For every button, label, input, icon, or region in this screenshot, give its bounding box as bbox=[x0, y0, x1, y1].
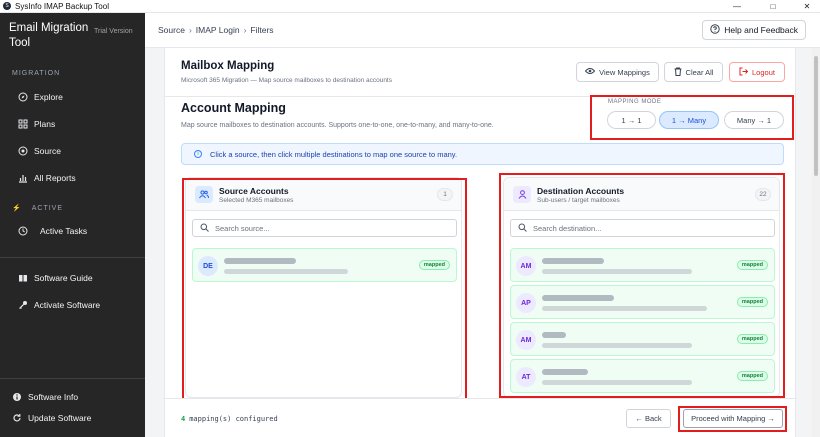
info-text: Click a source, then click multiple dest… bbox=[210, 149, 458, 159]
sidebar-item-all-reports[interactable]: All Reports bbox=[18, 173, 76, 183]
mapping-count: 4 mapping(s) configured bbox=[181, 415, 278, 423]
question-icon bbox=[710, 24, 720, 36]
logout-label: Logout bbox=[752, 67, 775, 77]
minimize-button[interactable]: — bbox=[724, 0, 750, 13]
logout-icon bbox=[739, 67, 749, 78]
book-icon bbox=[18, 273, 28, 283]
sidebar-item-label: Source bbox=[34, 146, 61, 156]
target-icon bbox=[18, 146, 28, 156]
sidebar-item-label: Plans bbox=[34, 119, 56, 129]
sidebar-item-source[interactable]: Source bbox=[18, 146, 61, 156]
clock-icon bbox=[18, 226, 28, 236]
info-icon: i bbox=[194, 150, 202, 158]
sidebar-item-software-info[interactable]: Software Info bbox=[12, 392, 78, 402]
sidebar-item-label: Active Tasks bbox=[40, 226, 88, 236]
breadcrumb-filters[interactable]: Filters bbox=[250, 25, 273, 35]
view-mappings-button[interactable]: View Mappings bbox=[576, 62, 659, 82]
info-icon bbox=[12, 392, 22, 402]
refresh-icon bbox=[12, 413, 22, 423]
breadcrumb-separator: › bbox=[188, 25, 192, 35]
close-button[interactable]: ✕ bbox=[794, 0, 820, 13]
eye-icon bbox=[584, 67, 596, 77]
breadcrumb-imap-login[interactable]: IMAP Login bbox=[196, 25, 240, 35]
scrollbar-thumb[interactable] bbox=[814, 56, 818, 176]
mapping-count-text: mapping(s) configured bbox=[189, 415, 278, 423]
help-feedback-label: Help and Feedback bbox=[724, 25, 798, 35]
sidebar-item-activate-software[interactable]: Activate Software bbox=[18, 300, 100, 310]
app-brand: Email Migration Tool bbox=[9, 22, 89, 49]
highlight-box-mapping-mode bbox=[590, 95, 794, 140]
highlight-box-destination bbox=[499, 173, 785, 398]
account-mapping-subtitle: Map source mailboxes to destination acco… bbox=[181, 122, 494, 129]
sidebar-item-label: Software Info bbox=[28, 392, 79, 402]
sidebar-item-label: All Reports bbox=[34, 173, 76, 183]
breadcrumb: Source › IMAP Login › Filters bbox=[158, 25, 274, 35]
trash-icon bbox=[674, 67, 682, 78]
page-title: Mailbox Mapping bbox=[181, 60, 275, 72]
sidebar-item-update-software[interactable]: Update Software bbox=[12, 413, 91, 423]
sidebar-item-plans[interactable]: Plans bbox=[18, 119, 55, 129]
sidebar-item-software-guide[interactable]: Software Guide bbox=[18, 273, 93, 283]
compass-icon bbox=[18, 92, 28, 102]
sidebar-item-active-tasks[interactable]: Active Tasks bbox=[18, 226, 87, 236]
key-icon bbox=[18, 300, 28, 310]
maximize-button[interactable]: □ bbox=[760, 0, 786, 13]
section-migration: MIGRATION bbox=[12, 70, 61, 77]
highlight-box-source bbox=[182, 178, 467, 400]
sidebar-divider bbox=[0, 257, 145, 258]
back-button[interactable]: ← Back bbox=[626, 409, 671, 428]
window-titlebar: S SysInfo IMAP Backup Tool — □ ✕ bbox=[0, 0, 820, 13]
info-banner: i Click a source, then click multiple de… bbox=[181, 143, 784, 165]
window-title: SysInfo IMAP Backup Tool bbox=[15, 1, 109, 11]
sidebar-item-explore[interactable]: Explore bbox=[18, 92, 63, 102]
topbar: Source › IMAP Login › Filters Help and F… bbox=[145, 13, 820, 48]
sidebar-item-label: Explore bbox=[34, 92, 63, 102]
breadcrumb-source[interactable]: Source bbox=[158, 25, 185, 35]
bolt-icon: ⚡ bbox=[12, 205, 22, 212]
sidebar-item-label: Software Guide bbox=[34, 273, 93, 283]
edition-label: Trial Version bbox=[94, 28, 133, 35]
sidebar-divider bbox=[0, 378, 145, 379]
sidebar: Email Migration Tool Trial Version MIGRA… bbox=[0, 13, 145, 437]
account-mapping-title: Account Mapping bbox=[181, 101, 286, 115]
sidebar-item-label: Update Software bbox=[28, 413, 92, 423]
grid-icon bbox=[18, 119, 28, 129]
help-feedback-button[interactable]: Help and Feedback bbox=[702, 20, 806, 40]
page-subtitle: Microsoft 365 Migration — Map source mai… bbox=[181, 77, 392, 84]
view-mappings-label: View Mappings bbox=[599, 67, 650, 77]
chart-icon bbox=[18, 173, 28, 183]
clear-all-label: Clear All bbox=[685, 67, 714, 77]
logout-button[interactable]: Logout bbox=[729, 62, 785, 82]
sidebar-item-label: Activate Software bbox=[34, 300, 101, 310]
breadcrumb-separator: › bbox=[243, 25, 247, 35]
highlight-box-proceed bbox=[678, 406, 787, 432]
mapping-count-value: 4 bbox=[181, 415, 186, 423]
mapping-footer: 4 mapping(s) configured ← Back Proceed w… bbox=[164, 398, 796, 437]
app-icon: S bbox=[3, 2, 11, 10]
clear-all-button[interactable]: Clear All bbox=[664, 62, 723, 82]
mailbox-mapping-card: Mailbox Mapping Microsoft 365 Migration … bbox=[164, 48, 796, 437]
section-active: ⚡ ACTIVE bbox=[12, 205, 64, 212]
